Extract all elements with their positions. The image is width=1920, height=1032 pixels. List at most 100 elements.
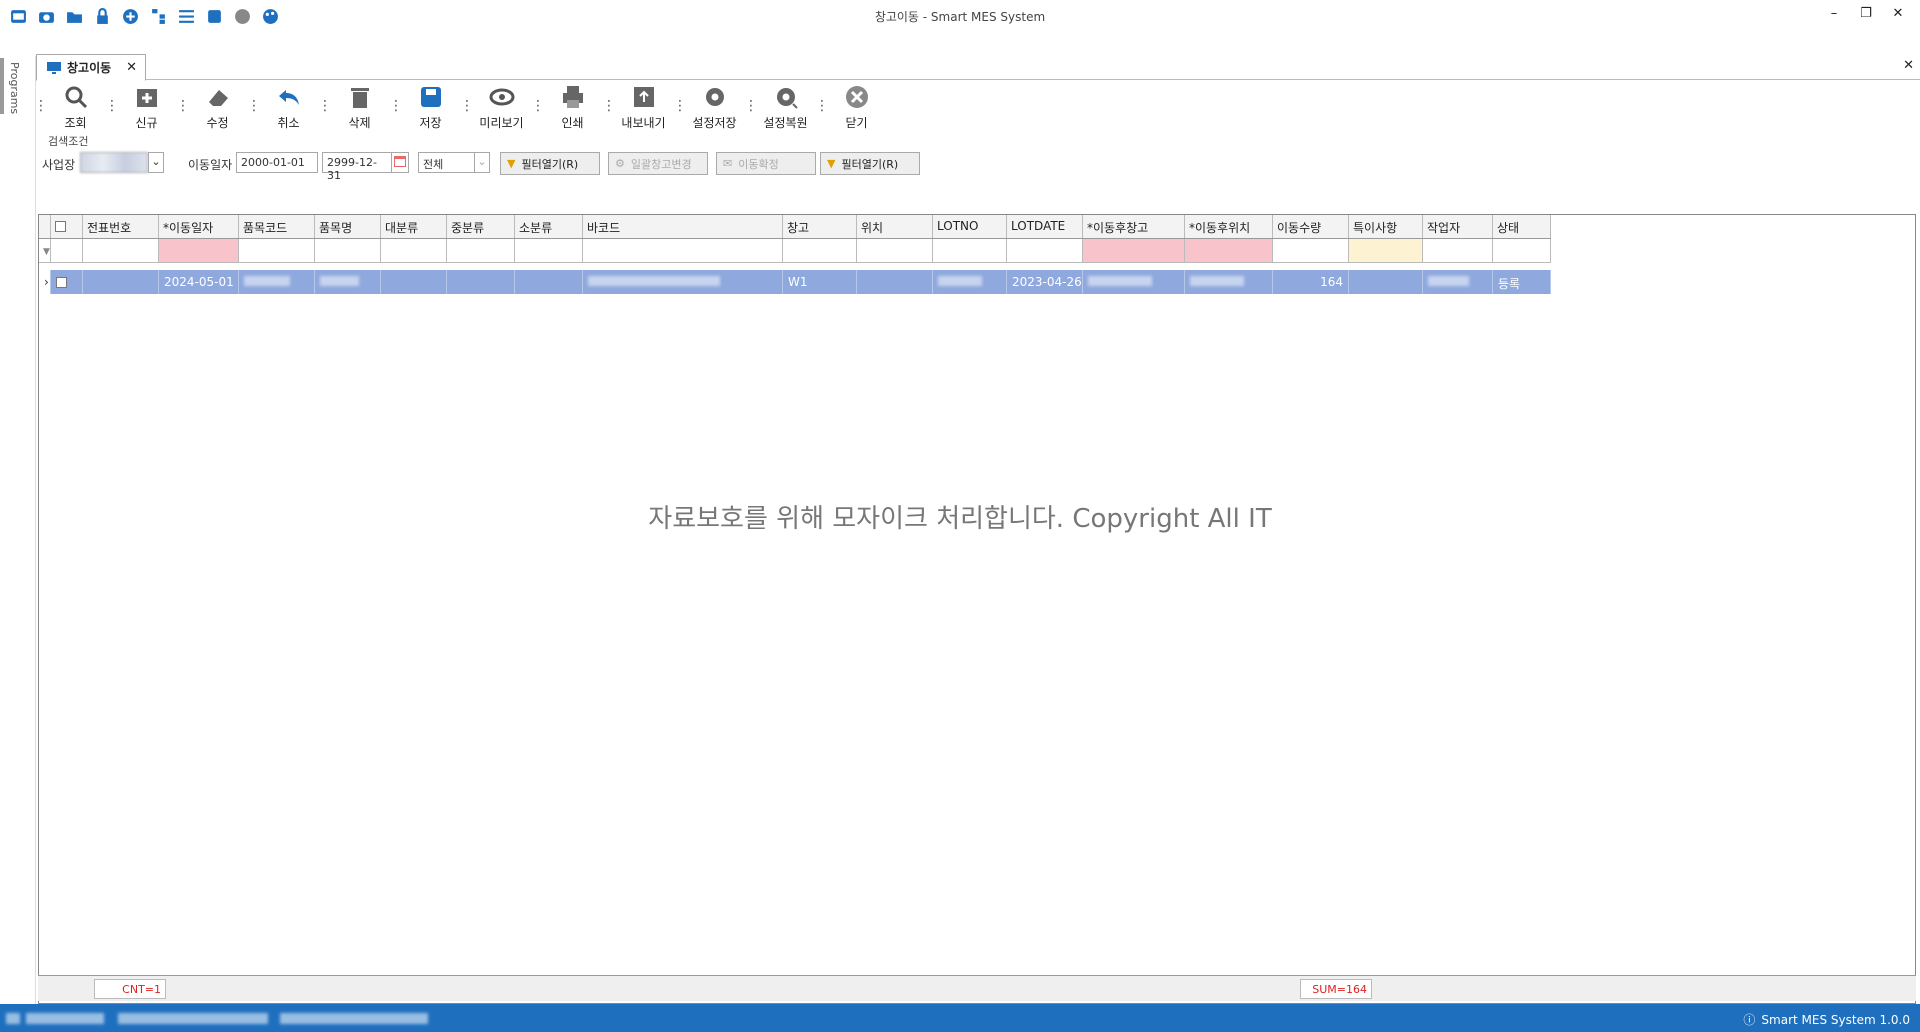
column-header[interactable]: 특이사항 <box>1349 215 1423 238</box>
filter-checkbox-cell[interactable] <box>51 239 83 262</box>
filter-cell[interactable] <box>315 239 381 262</box>
toolbar-button-4[interactable]: 삭제 <box>318 82 395 140</box>
toolbar-button-9[interactable]: 설정저장 <box>673 82 750 140</box>
filter-cell[interactable] <box>857 239 933 262</box>
status-dropdown-arrow[interactable]: ⌄ <box>474 152 490 173</box>
table-cell[interactable] <box>1349 270 1423 294</box>
column-header[interactable]: 대분류 <box>381 215 447 238</box>
column-header[interactable]: 품목코드 <box>239 215 315 238</box>
filter-cell[interactable] <box>447 239 515 262</box>
table-cell[interactable] <box>515 270 583 294</box>
tab-warehouse-transfer[interactable]: 창고이동 ✕ <box>36 54 146 81</box>
table-cell[interactable]: 2023-04-26 <box>1007 270 1083 294</box>
filter-cell[interactable] <box>1007 239 1083 262</box>
select-all-checkbox[interactable] <box>51 215 83 238</box>
table-cell[interactable] <box>83 270 159 294</box>
filter-row[interactable]: ▼ <box>39 239 1551 263</box>
filter-open-button-1[interactable]: ▼ 필터열기(R) <box>500 152 600 175</box>
column-header[interactable]: 작업자 <box>1423 215 1493 238</box>
date-to-input[interactable]: 2999-12-31 <box>322 152 392 182</box>
table-cell[interactable] <box>1423 270 1493 294</box>
filter-cell[interactable] <box>159 239 239 262</box>
table-cell[interactable] <box>933 270 1007 294</box>
column-header[interactable]: 전표번호 <box>83 215 159 238</box>
column-header[interactable]: *이동후위치 <box>1185 215 1273 238</box>
table-cell[interactable] <box>239 270 315 294</box>
filter-cell[interactable] <box>381 239 447 262</box>
table-cell[interactable] <box>857 270 933 294</box>
date-from-input[interactable]: 2000-01-01 <box>236 152 318 173</box>
confirm-move-button[interactable]: ✉ 이동확정 <box>716 152 816 175</box>
column-header[interactable]: 바코드 <box>583 215 783 238</box>
filter-cell[interactable] <box>1273 239 1349 262</box>
filter-cell[interactable] <box>1493 239 1551 262</box>
toolbar-label: 조회 <box>64 116 87 130</box>
table-cell[interactable] <box>583 270 783 294</box>
status-select[interactable]: 전체 <box>418 152 476 173</box>
column-header[interactable]: *이동일자 <box>159 215 239 238</box>
minimize-button[interactable]: – <box>1818 6 1850 21</box>
filter-cell[interactable] <box>239 239 315 262</box>
toolbar-button-10[interactable]: 설정복원 <box>744 82 821 140</box>
table-cell[interactable] <box>1083 270 1185 294</box>
transfer-grid[interactable]: 전표번호 *이동일자 품목코드 품목명 대분류 중분류 소분류 바코드 창고 위치 LOTNO LOT… <box>38 214 1916 1004</box>
toolbar-button-6[interactable]: 미리보기 <box>460 82 537 140</box>
table-cell[interactable]: 164 <box>1273 270 1349 294</box>
table-cell[interactable] <box>381 270 447 294</box>
tab-close-button[interactable]: ✕ <box>126 60 137 75</box>
filter-cell[interactable] <box>1083 239 1185 262</box>
toolbar-button-5[interactable]: 저장 <box>389 82 466 140</box>
filter-open-button-2[interactable]: ▼ 필터열기(R) <box>820 152 920 175</box>
restore-button[interactable]: ❐ <box>1850 6 1882 21</box>
toolbar-button-1[interactable]: 신규 <box>105 82 182 140</box>
filter-cell[interactable] <box>1423 239 1493 262</box>
column-header[interactable]: LOTDATE <box>1007 215 1083 238</box>
column-header[interactable]: 소분류 <box>515 215 583 238</box>
checkbox[interactable] <box>55 221 66 232</box>
filter-cell[interactable] <box>933 239 1007 262</box>
programs-label[interactable]: Programs <box>8 62 21 114</box>
filter-cell[interactable] <box>783 239 857 262</box>
table-cell[interactable]: 등록 <box>1493 270 1551 294</box>
toolbar-button-8[interactable]: 내보내기 <box>602 82 679 140</box>
column-header[interactable]: 위치 <box>857 215 933 238</box>
toolbar-button-0[interactable]: 조회 <box>34 82 111 140</box>
column-header[interactable]: 창고 <box>783 215 857 238</box>
filter-indicator[interactable]: ▼ <box>39 239 51 262</box>
bulk-warehouse-change-button[interactable]: ⚙ 일괄창고변경 <box>608 152 708 175</box>
table-row[interactable]: › 2024-05-01 W1 2023-04-26 164 등록 <box>39 270 1551 294</box>
toolbar-button-2[interactable]: 수정 <box>176 82 253 140</box>
filter-cell[interactable] <box>1349 239 1423 262</box>
calendar-icon[interactable] <box>391 152 409 173</box>
column-header[interactable]: *이동후창고 <box>1083 215 1185 238</box>
close-button[interactable]: ✕ <box>1882 6 1914 21</box>
filter-cell[interactable] <box>515 239 583 262</box>
column-header[interactable]: 이동수량 <box>1273 215 1349 238</box>
close-all-tabs-button[interactable]: ✕ <box>1903 58 1914 73</box>
tab-label: 창고이동 <box>67 61 112 75</box>
table-cell[interactable] <box>315 270 381 294</box>
site-dropdown-arrow[interactable]: ⌄ <box>148 152 164 173</box>
filter-cell[interactable] <box>583 239 783 262</box>
toolbar-button-7[interactable]: 인쇄 <box>531 82 608 140</box>
checkbox[interactable] <box>56 277 67 288</box>
column-header[interactable]: 중분류 <box>447 215 515 238</box>
rail-indicator <box>0 58 4 114</box>
toolbar-button-11[interactable]: 닫기 <box>815 82 892 140</box>
filter-cell[interactable] <box>83 239 159 262</box>
toolbar-button-3[interactable]: 취소 <box>247 82 324 140</box>
column-header[interactable]: 상태 <box>1493 215 1551 238</box>
table-cell[interactable] <box>447 270 515 294</box>
table-cell[interactable] <box>1185 270 1273 294</box>
row-indicator[interactable]: › <box>39 270 51 294</box>
table-cell[interactable]: W1 <box>783 270 857 294</box>
eye-icon <box>489 88 514 106</box>
site-select[interactable] <box>80 152 148 173</box>
filter-cell[interactable] <box>1185 239 1273 262</box>
row-indicator-header[interactable] <box>39 215 51 238</box>
search-icon <box>65 86 87 109</box>
column-header[interactable]: LOTNO <box>933 215 1007 238</box>
row-checkbox-cell[interactable] <box>51 270 83 294</box>
column-header[interactable]: 품목명 <box>315 215 381 238</box>
table-cell[interactable]: 2024-05-01 <box>159 270 239 294</box>
